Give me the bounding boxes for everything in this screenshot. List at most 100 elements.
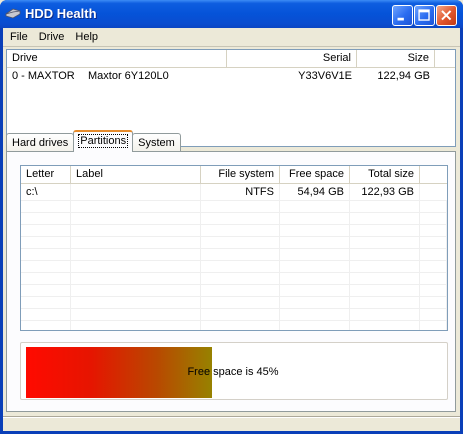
empty-grid-cell <box>71 285 201 296</box>
partitions-tab-page: Letter Label File system Free space Tota… <box>6 151 456 412</box>
empty-grid-cell <box>420 273 447 284</box>
column-header-size[interactable]: Size <box>357 50 435 68</box>
empty-grid-cell <box>21 213 71 224</box>
empty-grid-cell <box>280 321 350 330</box>
empty-grid-cell <box>280 273 350 284</box>
empty-grid-row <box>21 225 447 237</box>
menu-help[interactable]: Help <box>70 29 104 45</box>
empty-grid-row <box>21 285 447 297</box>
status-bar <box>3 416 460 431</box>
empty-grid-cell <box>71 249 201 260</box>
column-header-label[interactable]: Label <box>71 166 201 184</box>
empty-grid-cell <box>21 297 71 308</box>
empty-grid-row <box>21 297 447 309</box>
empty-grid-cell <box>201 285 280 296</box>
hdd-app-icon <box>5 7 21 19</box>
empty-grid-row <box>21 249 447 261</box>
client-area: File Drive Help Drive Serial Size 0 - MA… <box>3 28 460 431</box>
partition-total-size: 122,93 GB <box>350 184 420 201</box>
empty-grid-row <box>21 261 447 273</box>
drive-serial: Y33V6V1E <box>298 70 352 82</box>
menu-drive[interactable]: Drive <box>34 29 71 45</box>
partition-list[interactable]: Letter Label File system Free space Tota… <box>20 165 448 331</box>
empty-grid-cell <box>420 321 447 330</box>
empty-grid-cell <box>280 237 350 248</box>
empty-grid-cell <box>350 201 420 212</box>
close-button[interactable] <box>436 5 457 26</box>
empty-grid-cell <box>420 297 447 308</box>
empty-grid-cell <box>21 225 71 236</box>
empty-grid-cell <box>280 285 350 296</box>
empty-grid-cell <box>420 237 447 248</box>
empty-grid-cell <box>420 225 447 236</box>
column-header-total-size[interactable]: Total size <box>350 166 420 184</box>
empty-grid-cell <box>71 213 201 224</box>
empty-grid-cell <box>201 201 280 212</box>
app-window: HDD Health File Drive Help Drive Serial … <box>0 0 463 434</box>
empty-grid-cell <box>201 309 280 320</box>
column-header-letter[interactable]: Letter <box>21 166 71 184</box>
empty-grid-cell <box>280 297 350 308</box>
column-header-serial[interactable]: Serial <box>227 50 357 68</box>
title-bar[interactable]: HDD Health <box>0 0 463 28</box>
menu-file[interactable]: File <box>5 29 34 45</box>
column-header-file-system[interactable]: File system <box>201 166 280 184</box>
column-header-free-space[interactable]: Free space <box>280 166 350 184</box>
empty-grid-cell <box>71 225 201 236</box>
free-space-text: Free space is 45% <box>187 366 279 378</box>
empty-grid-cell <box>420 213 447 224</box>
empty-grid-cell <box>21 237 71 248</box>
empty-grid-cell <box>350 261 420 272</box>
empty-grid-cell <box>350 225 420 236</box>
empty-grid-cell <box>201 213 280 224</box>
partition-free-space: 54,94 GB <box>280 184 350 201</box>
empty-grid-cell <box>71 321 201 330</box>
tab-hard-drives[interactable]: Hard drives <box>6 133 75 152</box>
free-space-panel: Free space is 45% <box>20 342 448 400</box>
empty-grid-cell <box>21 285 71 296</box>
partition-list-header: Letter Label File system Free space Tota… <box>21 166 447 184</box>
close-icon <box>441 10 452 21</box>
empty-grid-cell <box>201 273 280 284</box>
empty-grid-cell <box>21 309 71 320</box>
partition-file-system: NTFS <box>201 184 280 201</box>
drive-id: 0 - MAXTOR <box>12 70 75 82</box>
empty-grid-row <box>21 321 447 330</box>
empty-grid-cell <box>420 261 447 272</box>
empty-grid-cell <box>21 201 71 212</box>
empty-grid-cell <box>420 201 447 212</box>
empty-grid-cell <box>201 249 280 260</box>
empty-grid-row <box>21 273 447 285</box>
drive-row[interactable]: 0 - MAXTOR Maxtor 6Y120L0 Y33V6V1E 122,9… <box>7 68 455 85</box>
empty-grid-cell <box>21 321 71 330</box>
drive-size: 122,94 GB <box>377 70 430 82</box>
empty-grid-cell <box>21 273 71 284</box>
column-header-drive[interactable]: Drive <box>7 50 227 68</box>
empty-grid-cell <box>71 261 201 272</box>
tab-system-label: System <box>138 137 175 149</box>
empty-grid-cell <box>201 261 280 272</box>
empty-grid-row <box>21 201 447 213</box>
empty-grid-cell <box>71 273 201 284</box>
empty-grid <box>21 201 447 330</box>
partition-row[interactable]: c:\ NTFS 54,94 GB 122,93 GB <box>21 184 447 201</box>
partition-letter: c:\ <box>21 184 71 201</box>
maximize-button[interactable] <box>414 5 435 26</box>
empty-grid-cell <box>350 285 420 296</box>
tab-system[interactable]: System <box>132 133 181 152</box>
empty-grid-cell <box>350 309 420 320</box>
tab-partitions-label: Partitions <box>78 134 129 148</box>
tab-partitions[interactable]: Partitions <box>73 130 134 152</box>
empty-grid-cell <box>350 297 420 308</box>
empty-grid-cell <box>350 321 420 330</box>
drive-list-header: Drive Serial Size <box>7 50 455 68</box>
empty-grid-cell <box>280 213 350 224</box>
minimize-button[interactable] <box>392 5 413 26</box>
empty-grid-cell <box>201 225 280 236</box>
partition-label <box>71 184 201 201</box>
empty-grid-cell <box>201 297 280 308</box>
empty-grid-cell <box>420 309 447 320</box>
empty-grid-cell <box>420 285 447 296</box>
minimize-icon <box>397 17 404 21</box>
maximize-icon <box>418 9 430 21</box>
